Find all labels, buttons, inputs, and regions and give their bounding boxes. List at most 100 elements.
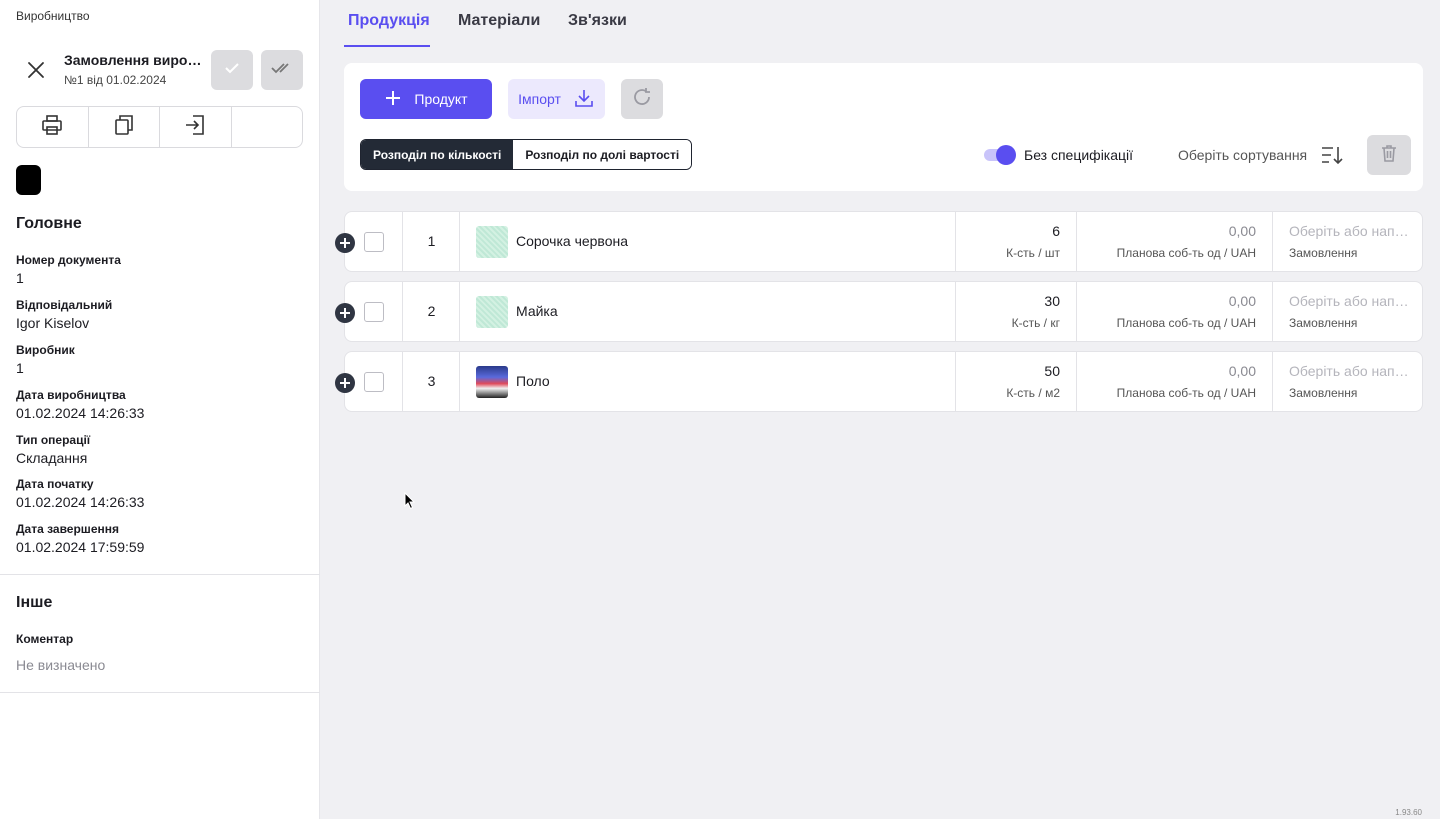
field-value: 01.02.2024 14:26:33 (16, 494, 145, 510)
quantity-unit: К-сть / м2 (956, 386, 1076, 400)
plus-icon (384, 89, 402, 110)
sort-icon[interactable] (1320, 144, 1344, 171)
cell-select (345, 212, 403, 271)
unit-value: кг (1050, 316, 1060, 330)
quantity-unit: К-сть / кг (956, 316, 1076, 330)
toolbar-panel: Продукт Імпорт Розподіл по кількості Роз… (344, 63, 1423, 191)
other-section-heading: Інше (16, 594, 53, 611)
import-button[interactable]: Імпорт (508, 79, 605, 119)
quantity-value[interactable]: 6 (956, 223, 1076, 239)
tab-materials[interactable]: Матеріали (458, 12, 540, 30)
product-name[interactable]: Поло (516, 373, 550, 389)
document-subtitle: №1 від 01.02.2024 (64, 73, 167, 87)
order-select[interactable]: Оберіть або напишіть (1289, 293, 1413, 309)
distribution-switch: Розподіл по кількості Розподіл по долі в… (360, 139, 693, 170)
add-product-label: Продукт (414, 91, 468, 107)
table-row[interactable]: 3 Поло 50 К-сть / м2 0,00 Планова соб-ть… (335, 351, 1423, 412)
document-title: Замовлення виробництва (64, 52, 204, 68)
row-number: 2 (427, 303, 436, 319)
unit-value: шт (1044, 246, 1060, 260)
field-label: Тип операції (16, 433, 91, 447)
seg-by-cost-share[interactable]: Розподіл по долі вартості (513, 140, 692, 169)
import-label: Імпорт (518, 91, 561, 107)
comment-label: Коментар (16, 632, 74, 646)
planned-cost-label: Планова соб-ть од / UAH (1116, 316, 1256, 330)
field-value: 01.02.2024 14:26:33 (16, 405, 145, 421)
cell-price (1077, 212, 1273, 271)
login-icon (183, 113, 207, 142)
refresh-icon (631, 86, 653, 113)
app-version: 1.93.60 (1395, 808, 1422, 817)
empty-action[interactable] (232, 107, 303, 147)
double-check-icon (270, 58, 294, 83)
print-button[interactable] (17, 107, 89, 147)
trash-icon (1379, 143, 1399, 168)
no-spec-toggle[interactable] (984, 145, 1016, 165)
sort-select[interactable]: Оберіть сортування (1178, 147, 1307, 163)
cell-select (345, 352, 403, 411)
comment-value[interactable]: Не визначено (16, 657, 105, 673)
field-label: Дата початку (16, 477, 94, 491)
product-thumbnail[interactable] (476, 226, 508, 258)
field-label: Виробник (16, 343, 75, 357)
mouse-cursor-icon (404, 491, 416, 515)
quantity-label: К-сть / (1011, 316, 1051, 330)
quantity-value[interactable]: 50 (956, 363, 1076, 379)
row-number: 1 (427, 233, 436, 249)
order-label: Замовлення (1289, 386, 1358, 400)
field-value: 1 (16, 270, 24, 286)
quantity-unit: К-сть / шт (956, 246, 1076, 260)
cell-quantity (956, 282, 1077, 341)
planned-cost-value[interactable]: 0,00 (1077, 293, 1272, 309)
cell-select (345, 282, 403, 341)
tab-links[interactable]: Зв'язки (568, 12, 627, 30)
field-value: 1 (16, 360, 24, 376)
copy-icon (112, 113, 136, 142)
unit-value: м2 (1045, 386, 1060, 400)
main-section-heading: Головне (16, 215, 82, 232)
planned-cost-label: Планова соб-ть од / UAH (1116, 246, 1256, 260)
field-value: 01.02.2024 17:59:59 (16, 539, 145, 555)
field-label: Дата завершення (16, 522, 119, 536)
product-name[interactable]: Сорочка червона (516, 233, 628, 249)
order-select[interactable]: Оберіть або напишіть (1289, 363, 1413, 379)
export-button[interactable] (160, 107, 232, 147)
no-spec-label: Без специфікації (1024, 147, 1134, 163)
download-icon (573, 87, 595, 112)
breadcrumb[interactable]: Виробництво (16, 9, 90, 23)
sidebar: Виробництво Замовлення виробництва №1 ві… (0, 0, 320, 819)
toggle-knob (996, 145, 1016, 165)
field-label: Дата виробництва (16, 388, 126, 402)
document-actions (16, 106, 303, 148)
approve-all-button[interactable] (261, 50, 303, 90)
add-product-button[interactable]: Продукт (360, 79, 492, 119)
table-row[interactable]: 2 Майка 30 К-сть / кг 0,00 Планова соб-т… (335, 281, 1423, 342)
cell-price (1077, 352, 1273, 411)
tab-products[interactable]: Продукція (348, 12, 430, 30)
table-row[interactable]: 1 Сорочка червона 6 К-сть / шт 0,00 План… (335, 211, 1423, 272)
cell-quantity (956, 212, 1077, 271)
planned-cost-value[interactable]: 0,00 (1077, 223, 1272, 239)
order-select[interactable]: Оберіть або напишіть (1289, 223, 1413, 239)
field-value: Igor Kiselov (16, 315, 90, 331)
divider (0, 692, 320, 693)
delete-button[interactable] (1367, 135, 1411, 175)
color-chip[interactable] (16, 165, 41, 195)
order-label: Замовлення (1289, 246, 1358, 260)
close-icon[interactable] (24, 58, 48, 82)
product-thumbnail[interactable] (476, 366, 508, 398)
seg-by-quantity[interactable]: Розподіл по кількості (361, 140, 514, 169)
quantity-label: К-сть / (1006, 246, 1045, 260)
quantity-value[interactable]: 30 (956, 293, 1076, 309)
quantity-label: К-сть / (1006, 386, 1046, 400)
planned-cost-value[interactable]: 0,00 (1077, 363, 1272, 379)
refresh-button[interactable] (621, 79, 663, 119)
approve-button[interactable] (211, 50, 253, 90)
product-thumbnail[interactable] (476, 296, 508, 328)
product-name[interactable]: Майка (516, 303, 558, 319)
copy-button[interactable] (89, 107, 160, 147)
order-label: Замовлення (1289, 316, 1358, 330)
field-label: Номер документа (16, 253, 121, 267)
active-tab-indicator (344, 45, 430, 47)
field-label: Відповідальний (16, 298, 113, 312)
